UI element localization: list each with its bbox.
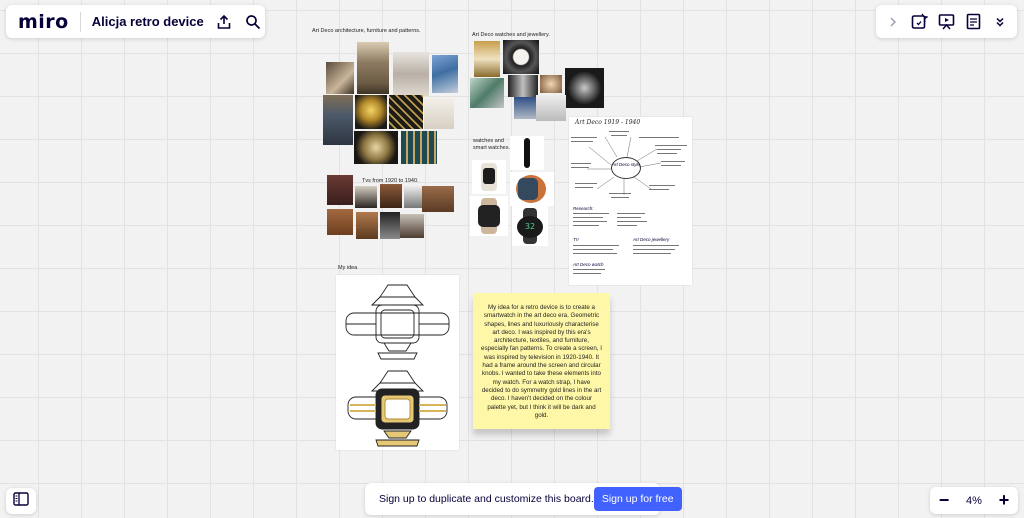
- board-title[interactable]: Alicja retro device: [92, 14, 204, 29]
- notes-research-heading: Research:: [573, 206, 594, 211]
- tv-photo[interactable]: [327, 209, 353, 235]
- signup-button[interactable]: Sign up for free: [593, 487, 682, 511]
- bracelet-photo[interactable]: [470, 78, 504, 108]
- panel-toggle-icon[interactable]: [13, 491, 29, 511]
- sticky-reactions-icon[interactable]: [910, 12, 930, 32]
- sketch-drawing: [345, 284, 450, 447]
- zoom-level[interactable]: 4%: [966, 495, 982, 507]
- chevron-right-icon[interactable]: [883, 12, 903, 32]
- divider: [79, 11, 81, 32]
- label-watches[interactable]: Art Deco watches and jewellery.: [472, 32, 550, 38]
- tv-photo[interactable]: [355, 186, 377, 208]
- share-icon[interactable]: [215, 13, 233, 31]
- lamp-photo[interactable]: [355, 95, 387, 129]
- pattern-photo[interactable]: [389, 95, 423, 129]
- watch-photo[interactable]: [474, 41, 500, 77]
- notes-tv-heading: TV: [573, 237, 579, 242]
- smartwatch-photo[interactable]: [472, 160, 506, 194]
- tv-photo[interactable]: [404, 186, 424, 208]
- smartwatch-photo[interactable]: 32: [512, 206, 548, 246]
- ring-photo[interactable]: [514, 97, 536, 119]
- presentation-icon[interactable]: [936, 12, 956, 32]
- board-tools: [876, 5, 1017, 38]
- zoom-controls: − 4% +: [930, 487, 1018, 514]
- teal-pattern-photo[interactable]: [401, 131, 437, 164]
- tv-photo[interactable]: [356, 212, 378, 239]
- tv-photo[interactable]: [400, 214, 424, 238]
- notes-watch-heading: Art Deco watch: [573, 262, 604, 267]
- brooch-photo[interactable]: [565, 68, 604, 108]
- board-header: miro Alicja retro device: [6, 5, 265, 38]
- zoom-in-button[interactable]: +: [996, 490, 1012, 510]
- smartwatch-photo[interactable]: [510, 172, 554, 206]
- tv-photo[interactable]: [327, 175, 353, 205]
- notes-jewellery-heading: Art Deco jewellery: [633, 237, 670, 242]
- chevron-double-down-icon[interactable]: [990, 12, 1010, 32]
- smartwatch-time: 32: [517, 216, 543, 238]
- notes-icon[interactable]: [963, 12, 983, 32]
- sticky-note[interactable]: My idea for a retro device is to create …: [473, 293, 610, 429]
- smartwatch-photo[interactable]: [470, 196, 508, 236]
- signup-text: Sign up to duplicate and customize this …: [379, 493, 594, 505]
- label-architecture[interactable]: Art Deco architecture, furniture and pat…: [312, 28, 421, 34]
- portrait-photo[interactable]: [540, 75, 562, 93]
- smartwatch-band-photo[interactable]: [510, 136, 544, 170]
- architecture-photo[interactable]: [326, 62, 354, 94]
- smartwatch-sketch[interactable]: [336, 275, 459, 450]
- furniture-photo[interactable]: [393, 52, 429, 96]
- tv-photo[interactable]: [380, 184, 402, 208]
- skyscraper-photo[interactable]: [357, 42, 389, 94]
- mindmap-notes[interactable]: Art Deco 1919 - 1940 Art Deco style Rese…: [569, 117, 692, 285]
- earring-photo[interactable]: [536, 95, 566, 121]
- tower-photo[interactable]: [323, 95, 353, 145]
- zoom-out-button[interactable]: −: [936, 490, 952, 510]
- tv-photo[interactable]: [422, 186, 454, 212]
- label-smartwatches[interactable]: watches and smart watches.: [473, 138, 510, 151]
- pocket-watch-photo[interactable]: [503, 40, 539, 74]
- mindmap-lines: [571, 131, 687, 274]
- miro-logo[interactable]: miro: [18, 11, 69, 33]
- sidebar-toggle[interactable]: [6, 488, 36, 514]
- label-idea[interactable]: My idea: [338, 265, 357, 271]
- search-icon[interactable]: [244, 13, 262, 31]
- jewellery-photo[interactable]: [508, 75, 538, 97]
- signup-bar: Sign up to duplicate and customize this …: [365, 483, 682, 515]
- chandelier-photo[interactable]: [354, 131, 398, 164]
- tv-photo[interactable]: [380, 212, 400, 239]
- building-photo[interactable]: [432, 55, 458, 93]
- lamp-white-photo[interactable]: [424, 97, 454, 129]
